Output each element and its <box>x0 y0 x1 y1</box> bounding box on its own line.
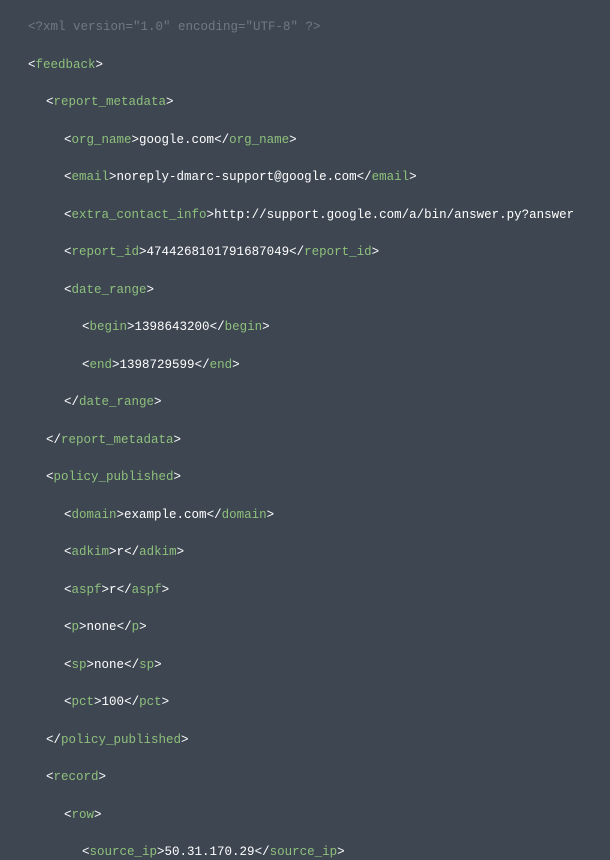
xml-line: <email>noreply-dmarc-support@google.com<… <box>64 168 610 187</box>
xml-line: <begin>1398643200</begin> <box>82 318 610 337</box>
xml-line: </date_range> <box>64 393 610 412</box>
xml-line: <row> <box>64 806 610 825</box>
xml-line: <end>1398729599</end> <box>82 356 610 375</box>
xml-line: <policy_published> <box>46 468 610 487</box>
xml-line: <sp>none</sp> <box>64 656 610 675</box>
xml-prolog: <?xml version="1.0" encoding="UTF-8" ?> <box>28 18 610 37</box>
xml-line: <source_ip>50.31.170.29</source_ip> <box>82 843 610 860</box>
xml-line: <feedback> <box>28 56 610 75</box>
xml-line: <record> <box>46 768 610 787</box>
xml-line: </policy_published> <box>46 731 610 750</box>
xml-line: <adkim>r</adkim> <box>64 543 610 562</box>
xml-line: <report_id>4744268101791687049</report_i… <box>64 243 610 262</box>
xml-line: <org_name>google.com</org_name> <box>64 131 610 150</box>
xml-line: <date_range> <box>64 281 610 300</box>
xml-line: <report_metadata> <box>46 93 610 112</box>
xml-line: <domain>example.com</domain> <box>64 506 610 525</box>
xml-line: </report_metadata> <box>46 431 610 450</box>
xml-line: <extra_contact_info>http://support.googl… <box>64 206 610 225</box>
xml-line: <p>none</p> <box>64 618 610 637</box>
xml-line: <aspf>r</aspf> <box>64 581 610 600</box>
xml-code-block: <?xml version="1.0" encoding="UTF-8" ?> … <box>0 0 610 860</box>
xml-line: <pct>100</pct> <box>64 693 610 712</box>
